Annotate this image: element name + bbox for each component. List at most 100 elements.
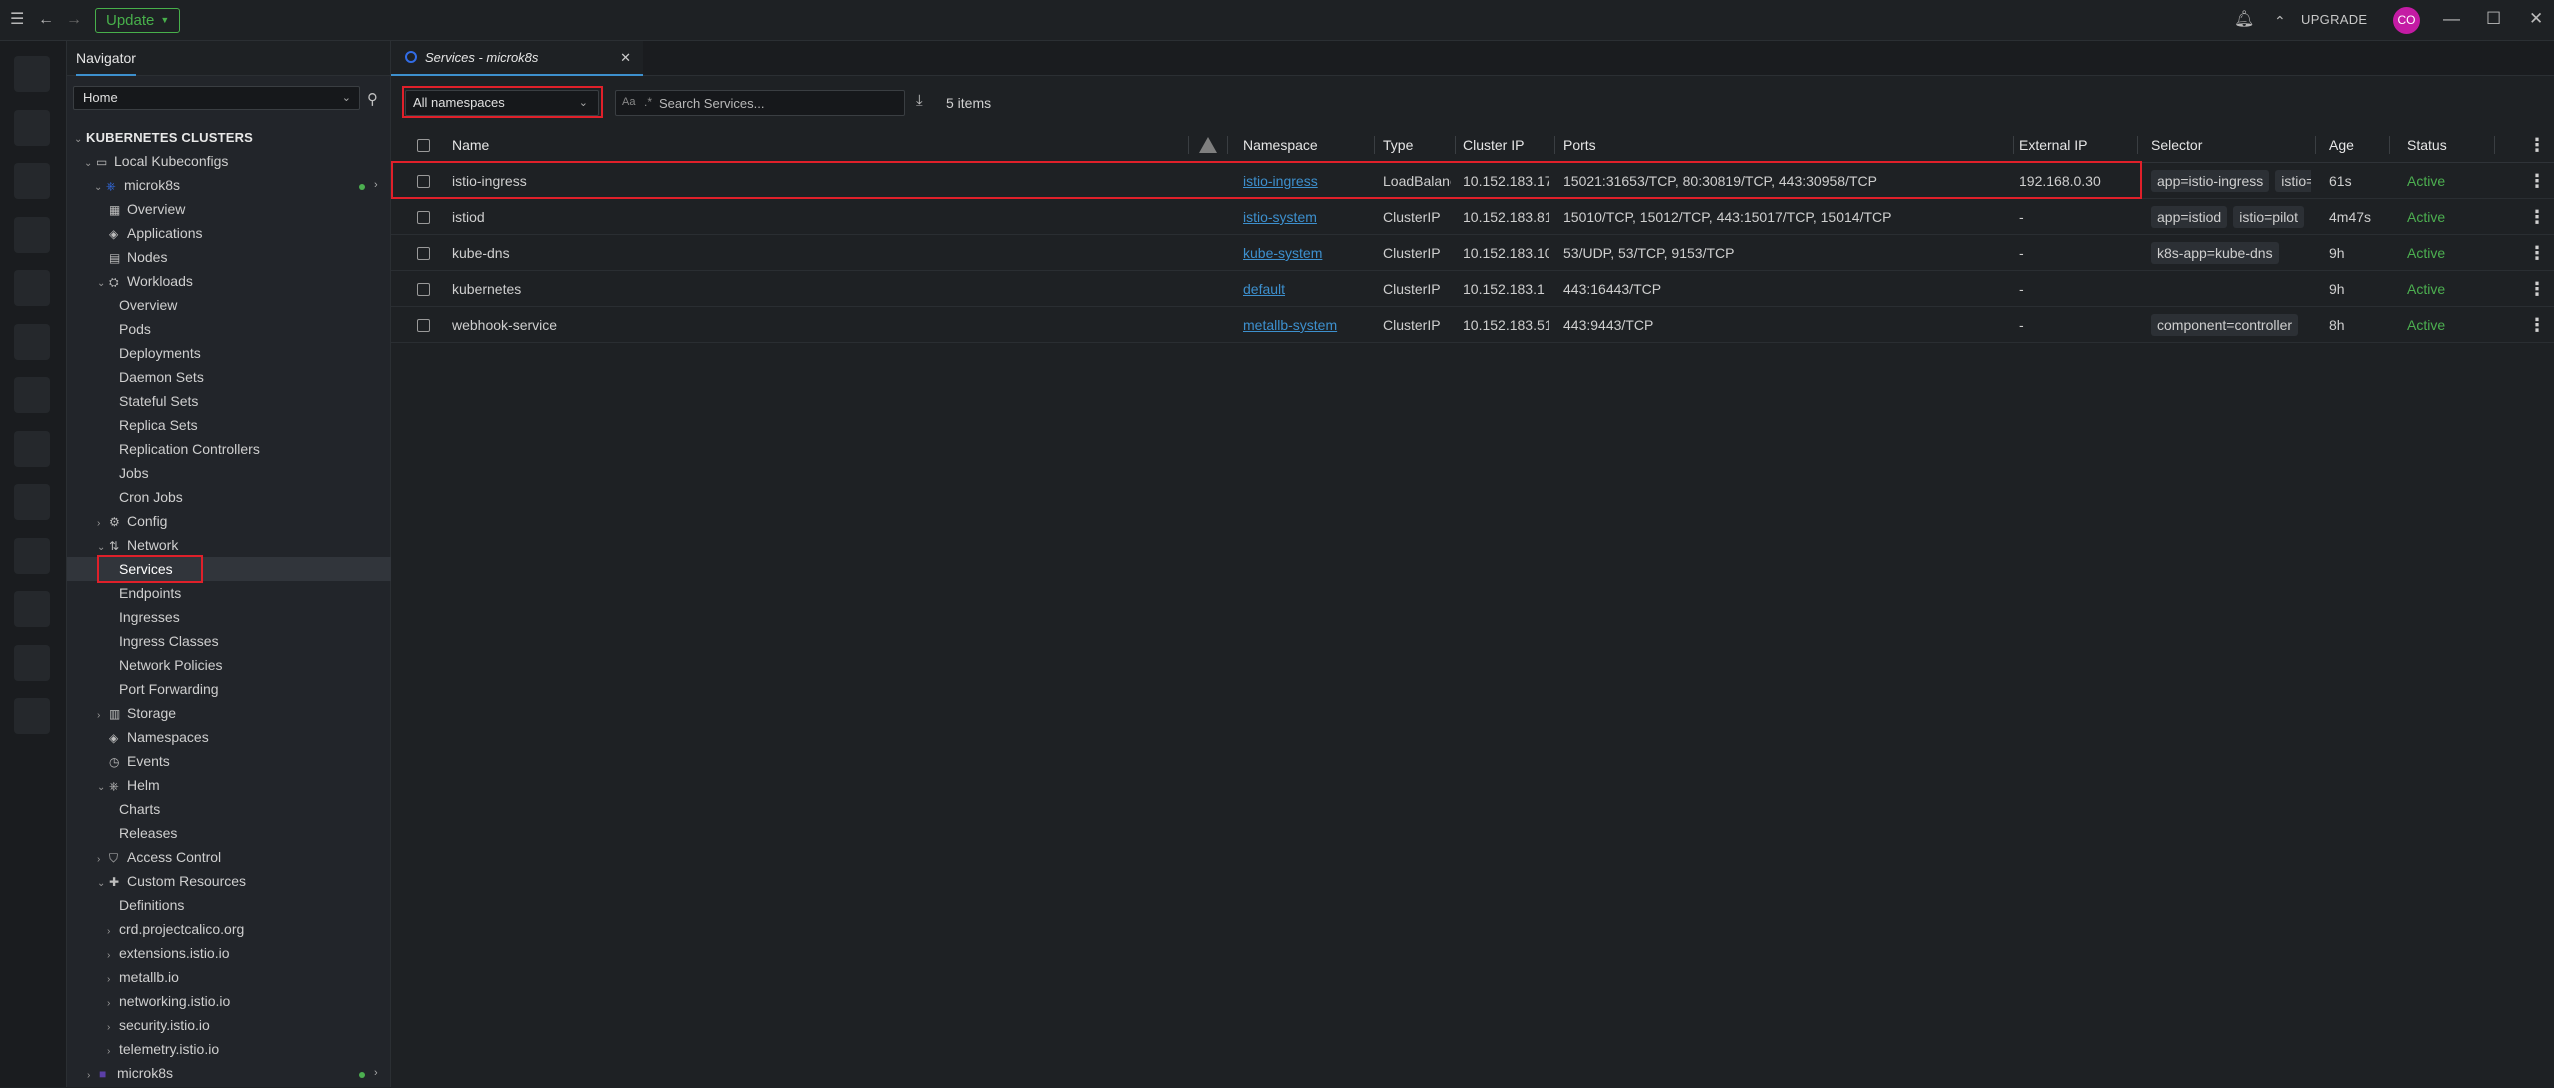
cell-namespace-link[interactable]: kube-system xyxy=(1243,235,1368,271)
sidebar-item-deployments[interactable]: Deployments xyxy=(119,341,201,365)
update-button[interactable]: Update ▼ xyxy=(95,8,181,33)
arrow-left-icon[interactable]: ← xyxy=(38,11,54,29)
hotbar-slot[interactable] xyxy=(14,484,50,520)
row-menu-icon[interactable]: ⋮ xyxy=(2528,163,2546,199)
cell-namespace-link[interactable]: default xyxy=(1243,271,1368,307)
sidebar-item-storage[interactable]: › ▥ Storage xyxy=(97,701,176,725)
sidebar-item-crd-telemetry[interactable]: › telemetry.istio.io xyxy=(107,1037,219,1061)
bell-icon[interactable]: 🔔︎ xyxy=(2234,11,2254,29)
sidebar-item-pods[interactable]: Pods xyxy=(119,317,151,341)
row-menu-icon[interactable]: ⋮ xyxy=(2528,271,2546,307)
column-menu-icon[interactable]: ⋮ xyxy=(2528,127,2546,163)
upgrade-button[interactable]: UPGRADE xyxy=(2301,12,2367,27)
hotbar-slot[interactable] xyxy=(14,538,50,574)
row-checkbox[interactable] xyxy=(417,247,430,260)
sidebar-item-crd-calico[interactable]: › crd.projectcalico.org xyxy=(107,917,244,941)
row-menu-icon[interactable]: ⋮ xyxy=(2528,307,2546,343)
sidebar-item-jobs[interactable]: Jobs xyxy=(119,461,149,485)
column-header-cluster-ip[interactable]: Cluster IP xyxy=(1463,127,1524,163)
sidebar-item-helm[interactable]: ⌄ ⎈ Helm xyxy=(97,773,160,797)
sidebar-item-daemon-sets[interactable]: Daemon Sets xyxy=(119,365,204,389)
sidebar-item-overview[interactable]: ▦ Overview xyxy=(109,197,185,221)
sidebar-item-crd-metallb[interactable]: › metallb.io xyxy=(107,965,179,989)
column-header-type[interactable]: Type xyxy=(1383,127,1413,163)
column-header-ports[interactable]: Ports xyxy=(1563,127,1596,163)
row-checkbox[interactable] xyxy=(417,319,430,332)
chevron-right-icon[interactable]: › xyxy=(374,173,378,197)
hotbar-slot[interactable] xyxy=(14,217,50,253)
sidebar-item-crd-networking[interactable]: › networking.istio.io xyxy=(107,989,230,1013)
row-menu-icon[interactable]: ⋮ xyxy=(2528,199,2546,235)
tab-services[interactable]: Services - microk8s ✕ xyxy=(391,41,643,76)
tree-local-kubeconfigs[interactable]: ⌄ ▭ Local Kubeconfigs xyxy=(84,149,228,173)
sidebar-item-config[interactable]: › ⚙ Config xyxy=(97,509,167,533)
sidebar-item-access-control[interactable]: › ⛉ Access Control xyxy=(97,845,221,869)
arrow-right-icon[interactable]: → xyxy=(66,11,82,29)
sidebar-item-ingress-classes[interactable]: Ingress Classes xyxy=(119,629,219,653)
sidebar-item-namespaces[interactable]: ◈ Namespaces xyxy=(109,725,209,749)
sidebar-item-definitions[interactable]: Definitions xyxy=(119,893,184,917)
column-header-namespace[interactable]: Namespace xyxy=(1243,127,1318,163)
tree-kubernetes-clusters[interactable]: ⌄ KUBERNETES CLUSTERS xyxy=(74,125,253,149)
table-row[interactable]: kube-dns kube-system ClusterIP 10.152.18… xyxy=(391,235,2554,271)
sidebar-item-endpoints[interactable]: Endpoints xyxy=(119,581,181,605)
hotbar-slot[interactable] xyxy=(14,645,50,681)
table-row[interactable]: kubernetes default ClusterIP 10.152.183.… xyxy=(391,271,2554,307)
hamburger-icon[interactable]: ☰ xyxy=(10,11,24,29)
upgrade-icon[interactable]: ⌃ xyxy=(2274,12,2286,30)
search-icon[interactable]: ⚲ xyxy=(367,90,378,108)
sidebar-item-crd-security[interactable]: › security.istio.io xyxy=(107,1013,210,1037)
sidebar-item-replica-sets[interactable]: Replica Sets xyxy=(119,413,198,437)
cell-namespace-link[interactable]: metallb-system xyxy=(1243,307,1368,343)
sidebar-item-events[interactable]: ◷ Events xyxy=(109,749,170,773)
sidebar-item-port-forwarding[interactable]: Port Forwarding xyxy=(119,677,219,701)
hotbar-slot[interactable] xyxy=(14,270,50,306)
search-input[interactable] xyxy=(659,94,899,112)
row-menu-icon[interactable]: ⋮ xyxy=(2528,235,2546,271)
column-header-selector[interactable]: Selector xyxy=(2151,127,2202,163)
sidebar-item-workloads-overview[interactable]: Overview xyxy=(119,293,177,317)
select-all-checkbox[interactable] xyxy=(417,139,430,152)
sidebar-item-cron-jobs[interactable]: Cron Jobs xyxy=(119,485,183,509)
hotbar-slot[interactable] xyxy=(14,698,50,734)
column-header-status[interactable]: Status xyxy=(2407,127,2447,163)
hotbar-slot[interactable] xyxy=(14,591,50,627)
tree-cluster-microk8s-2[interactable]: › ■ microk8s › xyxy=(87,1061,384,1085)
sidebar-item-stateful-sets[interactable]: Stateful Sets xyxy=(119,389,198,413)
column-header-age[interactable]: Age xyxy=(2329,127,2354,163)
minimize-icon[interactable]: — xyxy=(2443,9,2460,29)
close-window-icon[interactable]: ✕ xyxy=(2529,9,2543,29)
hotbar-slot[interactable] xyxy=(14,377,50,413)
row-checkbox[interactable] xyxy=(417,211,430,224)
close-icon[interactable]: ✕ xyxy=(620,41,631,75)
maximize-icon[interactable]: ☐ xyxy=(2486,9,2501,29)
sidebar-item-workloads[interactable]: ⌄ ⛭ Workloads xyxy=(97,269,193,293)
sidebar-item-network[interactable]: ⌄ ⇅ Network xyxy=(97,533,178,557)
sidebar-item-ingresses[interactable]: Ingresses xyxy=(119,605,180,629)
download-icon[interactable]: ⤓ xyxy=(916,92,923,109)
tree-cluster-microk8s[interactable]: ⌄ ⎈ microk8s › xyxy=(94,173,384,197)
column-header-external-ip[interactable]: External IP xyxy=(2019,127,2087,163)
table-row[interactable]: webhook-service metallb-system ClusterIP… xyxy=(391,307,2554,343)
location-select[interactable]: Home ⌄ xyxy=(73,86,360,110)
hotbar-slot[interactable] xyxy=(14,431,50,467)
sidebar-item-custom-resources[interactable]: ⌄ ✚ Custom Resources xyxy=(97,869,246,893)
sidebar-item-crd-extensions[interactable]: › extensions.istio.io xyxy=(107,941,230,965)
cell-namespace-link[interactable]: istio-system xyxy=(1243,199,1368,235)
sidebar-item-network-policies[interactable]: Network Policies xyxy=(119,653,222,677)
avatar[interactable]: CO xyxy=(2393,7,2420,34)
hotbar-slot[interactable] xyxy=(14,324,50,360)
hotbar-slot[interactable] xyxy=(14,163,50,199)
chevron-right-icon[interactable]: › xyxy=(374,1061,378,1085)
sidebar-item-applications[interactable]: ◈ Applications xyxy=(109,221,203,245)
regex-toggle[interactable]: .* xyxy=(644,95,652,109)
hotbar-slot[interactable] xyxy=(14,110,50,146)
sidebar-item-charts[interactable]: Charts xyxy=(119,797,160,821)
match-case-toggle[interactable]: Aa xyxy=(622,96,635,108)
column-header-name[interactable]: Name xyxy=(452,127,489,163)
sidebar-item-nodes[interactable]: ▤ Nodes xyxy=(109,245,167,269)
row-checkbox[interactable] xyxy=(417,283,430,296)
sidebar-item-releases[interactable]: Releases xyxy=(119,821,177,845)
sidebar-item-replication-controllers[interactable]: Replication Controllers xyxy=(119,437,260,461)
hotbar-slot[interactable] xyxy=(14,56,50,92)
